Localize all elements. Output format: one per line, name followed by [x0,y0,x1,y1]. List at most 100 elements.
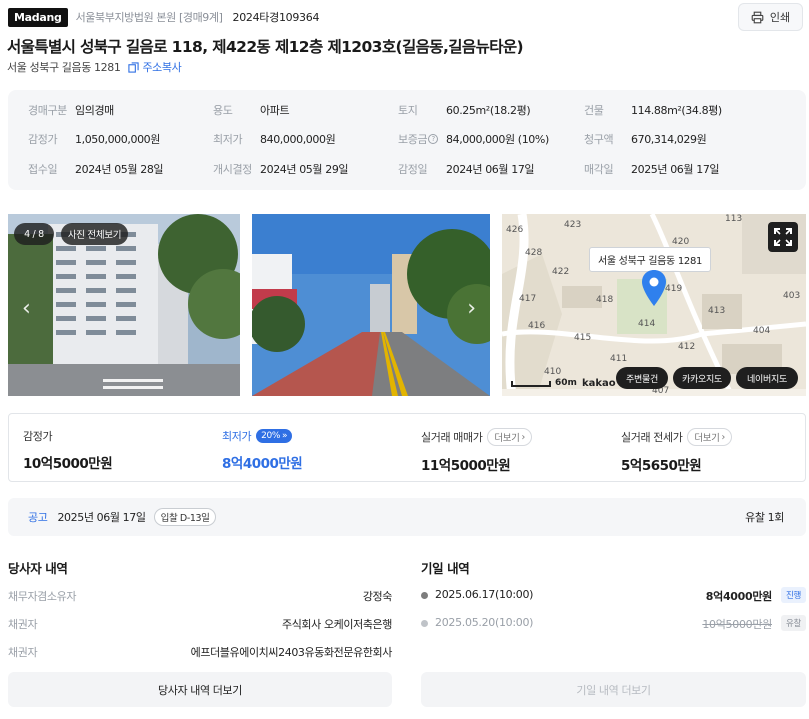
map-number: 422 [552,267,570,277]
info-sale-date: 매각일 2025년 06월 17일 [584,163,720,176]
kakao-map-button[interactable]: 카카오지도 [673,367,731,389]
map-number: 416 [528,321,546,331]
copy-address-label: 주소복사 [142,61,182,74]
map-number: 426 [506,225,524,235]
map-number: 411 [610,354,628,364]
chevron-right-icon: › [521,431,525,443]
info-appraisal: 감정가 1,050,000,000원 [28,133,160,146]
rent-label: 실거래 전세가 [621,431,683,444]
notice-bar: 공고 2025년 06월 17일 입찰 D-13일 유찰 1회 [8,498,806,536]
trade-label: 실거래 매매가 [421,431,483,444]
appraisal-label: 감정가 [23,430,53,443]
view-all-photos-button[interactable]: 사진 전체보기 [61,223,128,245]
info-use: 용도 아파트 [213,104,290,117]
status-badge: 진행 [780,587,806,603]
status-dot [421,620,428,627]
map-number: 418 [596,295,614,305]
fail-count: 유찰 1회 [745,511,784,524]
fullscreen-map-button[interactable] [768,222,798,252]
info-appraisal-date: 감정일 2024년 06월 17일 [398,163,535,176]
info-claim: 청구액 670,314,029원 [584,133,707,146]
price-appraisal: 감정가 10억5000만원 [23,428,113,472]
party-row: 채권자 에프더블유에이치씨2403유동화전문유한회사 [8,646,392,659]
printer-icon [751,11,764,23]
min-price-label: 최저가 [222,430,252,443]
property-photo-1[interactable]: 4 / 8 사진 전체보기 ‹ [8,214,240,396]
trade-more-button[interactable]: 더보기 › [487,428,532,446]
street-photo [252,214,490,396]
print-label: 인쇄 [769,11,791,24]
price-summary: 감정가 10억5000만원 최저가 20%» 8억4000만원 실거래 매매가 … [8,413,806,482]
naver-map-button[interactable]: 네이버지도 [736,367,798,389]
copy-icon [128,61,140,73]
dday-badge: 입찰 D-13일 [153,508,217,526]
min-price-value: 8억4000만원 [222,456,303,472]
dates-more-button[interactable]: 기일 내역 더보기 [421,672,806,707]
chevron-right-icon: › [721,431,725,443]
sub-address: 서울 성북구 길음동 1281 주소복사 [7,59,182,75]
price-minimum: 최저가 20%» 8억4000만원 [222,428,303,472]
lot-address: 서울 성북구 길음동 1281 [7,61,121,74]
info-received: 접수일 2024년 05월 28일 [28,163,164,176]
map-address-label: 서울 성북구 길음동 1281 [589,247,712,272]
price-trade: 실거래 매매가 더보기 › 11억5000만원 [421,428,532,474]
appraisal-value: 10억5000만원 [23,456,113,472]
map-number: 428 [525,248,543,258]
page-title: 서울특별시 성북구 길음로 118, 제422동 제12층 제1203호(길음동… [7,38,524,56]
court-name: 서울북부지방법원 본원 [경매9계] [75,11,223,24]
parties-more-button[interactable]: 당사자 내역 더보기 [8,672,392,707]
notice-date: 2025년 06월 17일 [57,511,146,524]
status-badge: 유찰 [780,615,806,631]
case-number: 2024타경109364 [232,11,320,24]
map-number: 403 [783,291,801,301]
rent-more-button[interactable]: 더보기 › [687,428,732,446]
map-number: 423 [564,220,582,230]
info-panel: 경매구분 임의경매 용도 아파트 토지 60.25m²(18.2평) 건물 114.88… [8,90,806,190]
map-number: 419 [665,284,683,294]
property-photo-2[interactable]: › [252,214,490,396]
date-row[interactable]: 2025.06.17(10:00) 8억4000만원 진행 [421,587,806,603]
map-number: 413 [708,306,726,316]
next-arrow-icon[interactable]: › [467,296,476,321]
party-row: 채무자겸소유자 강정숙 [8,590,392,603]
kakao-logo: kakao [582,378,616,389]
info-land: 토지 60.25m²(18.2평) [398,104,531,117]
info-building: 건물 114.88m²(34.8평) [584,104,722,117]
prev-arrow-icon[interactable]: ‹ [22,296,31,321]
dates-title: 기일 내역 [421,561,470,576]
map-number: 415 [574,333,592,343]
info-deposit: 보증금? 84,000,000원 (10%) [398,133,549,146]
info-start: 개시결정 2024년 05월 29일 [213,163,349,176]
status-dot [421,592,428,599]
party-row: 채권자 주식회사 오케이저축은행 [8,618,392,631]
parties-title: 당사자 내역 [8,561,68,576]
expand-icon [774,228,792,246]
rent-value: 5억5650만원 [621,458,702,474]
map-number: 412 [678,342,696,352]
copy-address-button[interactable]: 주소복사 [128,59,182,75]
map-number: 410 [544,367,562,377]
photo-counter: 4 / 8 [14,223,54,245]
map-scale-bar [511,381,551,387]
map-number: 113 [725,214,743,224]
double-chevron-down-icon: » [281,431,288,441]
discount-badge: 20%» [256,429,293,443]
map-number: 420 [672,237,690,247]
top-bar: Madang 서울북부지방법원 본원 [경매9계] 2024타경109364 인… [8,3,805,31]
map-number: 404 [753,326,771,336]
print-button[interactable]: 인쇄 [738,3,803,31]
notice-label: 공고 [28,511,48,524]
brand-logo: Madang [8,7,68,27]
info-min-price: 최저가 840,000,000원 [213,133,336,146]
map-scale-text: 60m [555,378,577,388]
info-type: 경매구분 임의경매 [28,104,114,117]
price-jeonse: 실거래 전세가 더보기 › 5억5650만원 [621,428,732,474]
location-map[interactable]: 426 423 113 420 428 422 417 418 419 403 … [502,214,806,396]
trade-value: 11억5000만원 [421,458,511,474]
location-pin-icon [642,270,666,306]
map-number: 414 [638,319,656,329]
map-number: 417 [519,294,537,304]
nearby-items-button[interactable]: 주변물건 [616,367,668,389]
help-icon[interactable]: ? [428,134,439,144]
date-row[interactable]: 2025.05.20(10:00) 10억5000만원 유찰 [421,615,806,631]
